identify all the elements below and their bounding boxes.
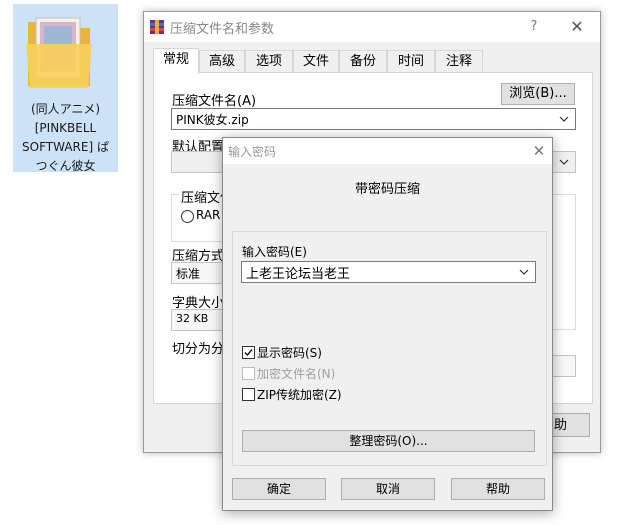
winrar-icon bbox=[150, 20, 164, 34]
tab-comment[interactable]: 注释 bbox=[435, 50, 483, 73]
folder-label: (同人アニメ) [PINKBELL SOFTWARE] ぱ つぐん彼女 bbox=[13, 100, 118, 176]
folder-label-line: つぐん彼女 bbox=[35, 159, 96, 173]
help-icon[interactable]: ? bbox=[524, 16, 544, 38]
dialog-heading: 带密码压缩 bbox=[354, 182, 420, 197]
ok-button[interactable]: 确定 bbox=[232, 478, 326, 500]
tab-advanced[interactable]: 高级 bbox=[199, 50, 245, 73]
tab-general[interactable]: 常规 bbox=[153, 48, 199, 74]
zip-legacy-label: ZIP传统加密(Z) bbox=[257, 388, 342, 402]
archive-name-combobox[interactable]: PINK彼女.zip bbox=[171, 108, 576, 130]
browse-button[interactable]: 浏览(B)... bbox=[501, 83, 575, 105]
dialog-title: 输入密码 bbox=[228, 145, 277, 159]
tab-files[interactable]: 文件 bbox=[293, 50, 339, 73]
archive-name-value: PINK彼女.zip bbox=[176, 113, 249, 127]
help-button[interactable]: 帮助 bbox=[451, 478, 545, 500]
folder-icon bbox=[26, 17, 92, 88]
password-combobox[interactable]: 上老王论坛当老王 bbox=[241, 261, 536, 283]
cancel-button[interactable]: 取消 bbox=[341, 478, 435, 500]
method-value: 标准 bbox=[176, 267, 201, 281]
folder-label-line: [PINKBELL bbox=[34, 121, 97, 135]
rar-radio[interactable] bbox=[181, 210, 194, 223]
close-icon[interactable]: ✕ bbox=[564, 16, 590, 38]
archive-name-label: 压缩文件名(A) bbox=[172, 94, 257, 109]
folder-label-line: SOFTWARE] ぱ bbox=[22, 140, 109, 154]
window-title: 压缩文件名和参数 bbox=[170, 22, 275, 37]
tab-time[interactable]: 时间 bbox=[387, 50, 435, 73]
organize-passwords-button[interactable]: 整理密码(O)... bbox=[242, 430, 535, 452]
show-password-checkbox[interactable] bbox=[242, 346, 255, 359]
tab-backup[interactable]: 备份 bbox=[339, 50, 387, 73]
zip-legacy-checkbox[interactable] bbox=[242, 388, 255, 401]
title-bar[interactable]: 压缩文件名和参数 ? ✕ bbox=[144, 12, 600, 42]
show-password-label: 显示密码(S) bbox=[257, 346, 322, 360]
dialog-title-bar[interactable]: 输入密码 ✕ bbox=[223, 138, 552, 164]
dictionary-value: 32 KB bbox=[176, 312, 209, 325]
tab-options[interactable]: 选项 bbox=[245, 50, 293, 73]
password-dialog: 输入密码 ✕ 带密码压缩 输入密码(E) 上老王论坛当老王 显示密码(S) 加密… bbox=[222, 137, 553, 511]
chevron-down-icon bbox=[559, 116, 569, 122]
checkmark-icon bbox=[244, 349, 253, 357]
encrypt-filenames-label: 加密文件名(N) bbox=[257, 367, 336, 381]
chevron-down-icon bbox=[559, 159, 569, 165]
chevron-down-icon bbox=[519, 269, 529, 275]
encrypt-filenames-checkbox[interactable] bbox=[242, 367, 255, 380]
password-value: 上老王论坛当老王 bbox=[246, 267, 351, 282]
folder-label-line: (同人アニメ) bbox=[30, 102, 101, 116]
password-label: 输入密码(E) bbox=[242, 245, 307, 259]
close-icon[interactable]: ✕ bbox=[529, 140, 549, 162]
rar-radio-label: RAR bbox=[196, 208, 221, 222]
